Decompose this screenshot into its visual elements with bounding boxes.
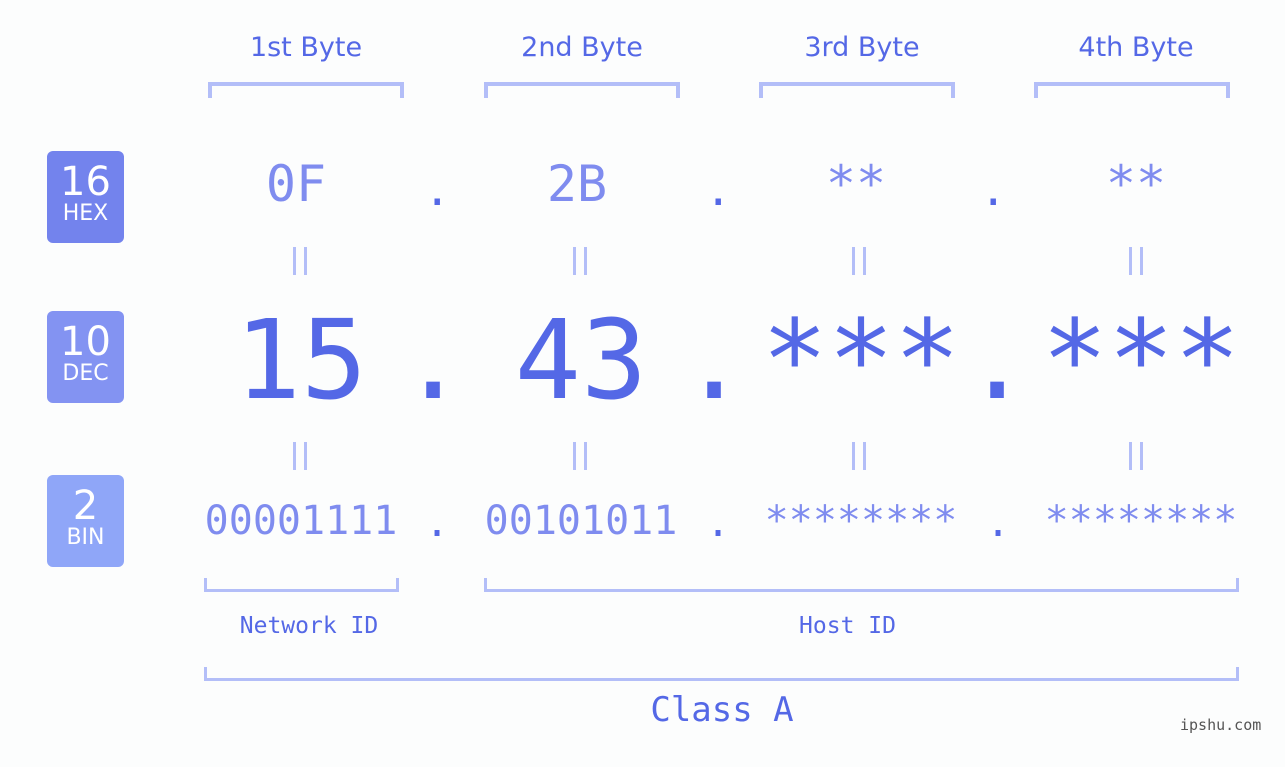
class-label: Class A bbox=[650, 690, 794, 730]
bin-separator-1: . bbox=[425, 500, 450, 546]
host-id-label: Host ID bbox=[799, 613, 896, 639]
bin-badge: 2 BIN bbox=[47, 475, 124, 567]
dec-separator-1: . bbox=[400, 296, 467, 424]
hex-separator-3: . bbox=[980, 165, 1007, 216]
equals-icon bbox=[573, 442, 587, 470]
bin-badge-label: BIN bbox=[66, 525, 105, 550]
byte-header-4: 4th Byte bbox=[1078, 32, 1194, 63]
byte-bracket-2 bbox=[484, 82, 680, 98]
dec-separator-2: . bbox=[681, 296, 748, 424]
equals-icon bbox=[852, 247, 866, 275]
dec-separator-3: . bbox=[964, 296, 1031, 424]
equals-icon bbox=[293, 442, 307, 470]
hex-byte-4: ** bbox=[1105, 155, 1167, 213]
host-id-bracket bbox=[484, 578, 1239, 592]
equals-icon bbox=[1129, 442, 1143, 470]
dec-byte-2: 43 bbox=[514, 296, 648, 424]
dec-byte-4: *** bbox=[1041, 296, 1241, 424]
hex-separator-2: . bbox=[705, 165, 732, 216]
byte-header-2: 2nd Byte bbox=[521, 32, 643, 63]
byte-bracket-4 bbox=[1034, 82, 1230, 98]
bin-separator-2: . bbox=[706, 500, 731, 546]
equals-icon bbox=[852, 442, 866, 470]
hex-byte-1: 0F bbox=[265, 155, 327, 213]
bin-byte-4: ******** bbox=[1044, 498, 1238, 544]
byte-bracket-1 bbox=[208, 82, 404, 98]
watermark: ipshu.com bbox=[1180, 716, 1262, 734]
bin-badge-base: 2 bbox=[72, 483, 99, 529]
hex-byte-2: 2B bbox=[546, 155, 608, 213]
equals-icon bbox=[293, 247, 307, 275]
byte-header-3: 3rd Byte bbox=[804, 32, 920, 63]
network-id-label: Network ID bbox=[239, 613, 379, 639]
bin-byte-3: ******** bbox=[764, 498, 958, 544]
bin-byte-1: 00001111 bbox=[204, 498, 398, 544]
hex-byte-3: ** bbox=[825, 155, 887, 213]
bin-separator-3: . bbox=[986, 500, 1011, 546]
network-id-bracket bbox=[204, 578, 399, 592]
equals-icon bbox=[1129, 247, 1143, 275]
hex-separator-1: . bbox=[424, 165, 451, 216]
dec-badge-base: 10 bbox=[60, 319, 111, 365]
hex-badge-label: HEX bbox=[62, 201, 109, 226]
dec-badge: 10 DEC bbox=[47, 311, 124, 403]
class-bracket bbox=[204, 667, 1239, 681]
hex-badge-base: 16 bbox=[60, 159, 111, 205]
hex-badge: 16 HEX bbox=[47, 151, 124, 243]
dec-byte-1: 15 bbox=[234, 296, 368, 424]
byte-header-1: 1st Byte bbox=[249, 32, 363, 63]
dec-badge-label: DEC bbox=[62, 361, 109, 386]
dec-byte-3: *** bbox=[761, 296, 961, 424]
equals-icon bbox=[573, 247, 587, 275]
byte-bracket-3 bbox=[759, 82, 955, 98]
bin-byte-2: 00101011 bbox=[484, 498, 678, 544]
